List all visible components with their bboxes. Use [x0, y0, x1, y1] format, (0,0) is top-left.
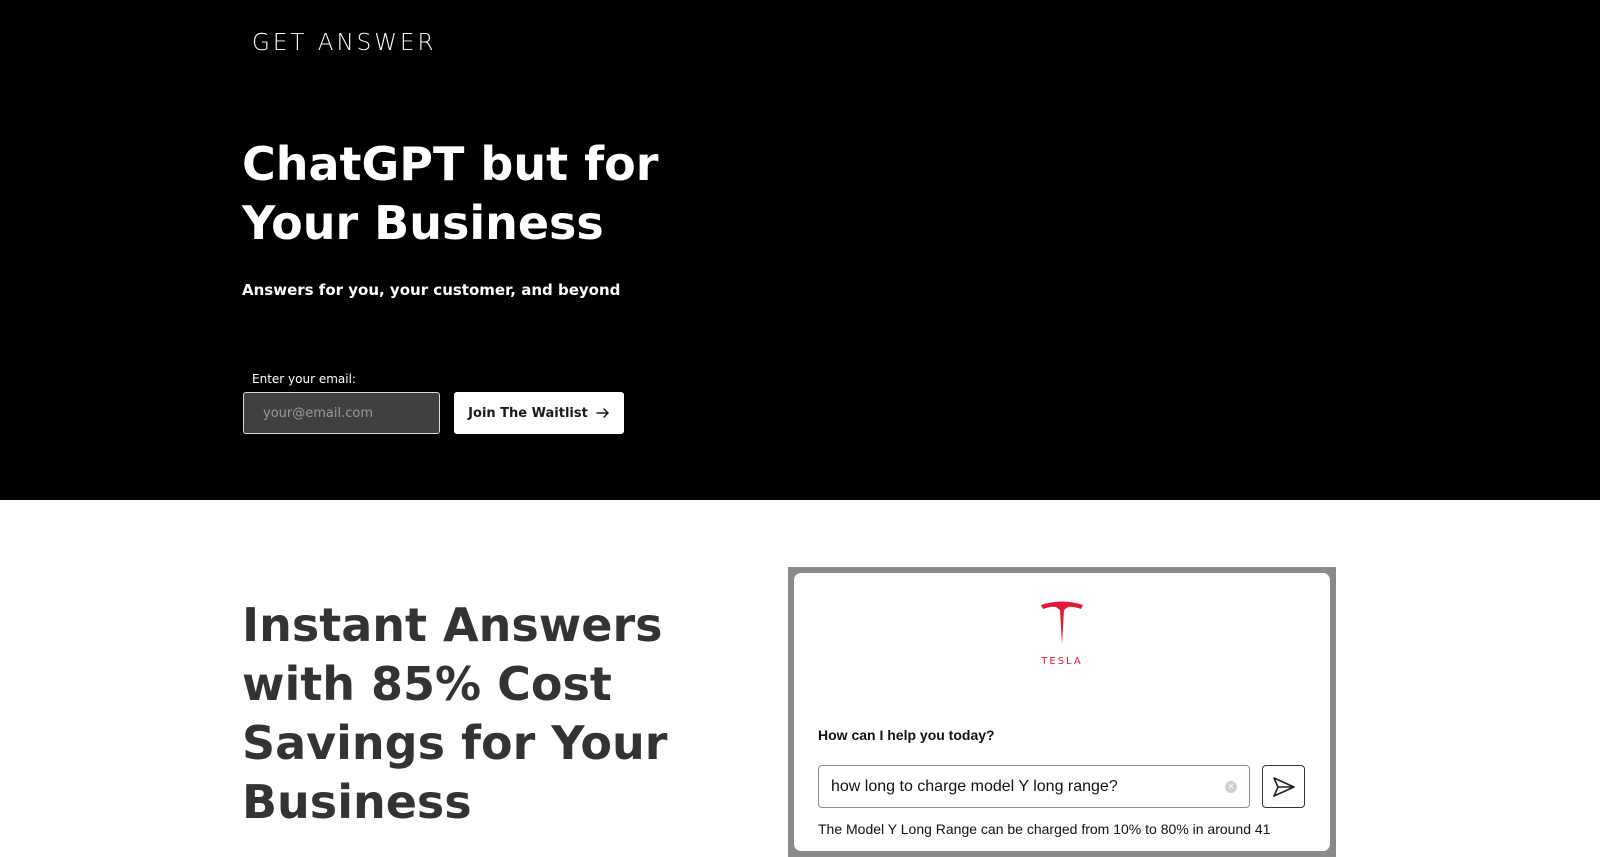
- demo-answer: The Model Y Long Range can be charged fr…: [818, 821, 1271, 837]
- section-title-line: Savings for Your: [242, 716, 668, 770]
- email-input[interactable]: [243, 392, 440, 434]
- section-title: Instant Answers with 85% Cost Savings fo…: [242, 596, 722, 832]
- tesla-logo-icon: [1041, 601, 1083, 645]
- hero-title: ChatGPT but for Your Business: [242, 135, 702, 253]
- hero-title-line: Your Business: [242, 196, 604, 250]
- section-title-line: Business: [242, 775, 472, 829]
- send-icon: [1272, 776, 1295, 797]
- demo-prompt: How can I help you today?: [818, 727, 995, 743]
- demo-screenshot: TESLA How can I help you today? how long…: [788, 567, 1336, 857]
- send-button: [1262, 765, 1305, 808]
- tesla-logo: TESLA: [1034, 599, 1090, 671]
- hero-subtitle: Answers for you, your customer, and beyo…: [242, 281, 621, 299]
- section-title-line: Instant Answers: [242, 598, 663, 652]
- demo-query-field: how long to charge model Y long range? ✕: [818, 765, 1250, 808]
- section-title-line: with 85% Cost: [242, 657, 612, 711]
- hero-section: GET ANSWER ChatGPT but for Your Business…: [0, 0, 1600, 500]
- email-label: Enter your email:: [252, 372, 356, 386]
- clear-icon: ✕: [1225, 780, 1237, 793]
- demo-query-text: how long to charge model Y long range?: [831, 777, 1118, 795]
- join-waitlist-button[interactable]: Join The Waitlist: [454, 392, 624, 434]
- arrow-right-icon: [596, 408, 610, 418]
- tesla-wordmark: TESLA: [1041, 656, 1083, 667]
- demo-panel: TESLA How can I help you today? how long…: [794, 573, 1330, 851]
- join-waitlist-label: Join The Waitlist: [468, 405, 588, 421]
- site-logo[interactable]: GET ANSWER: [252, 28, 437, 58]
- hero-title-line: ChatGPT but for: [242, 137, 659, 191]
